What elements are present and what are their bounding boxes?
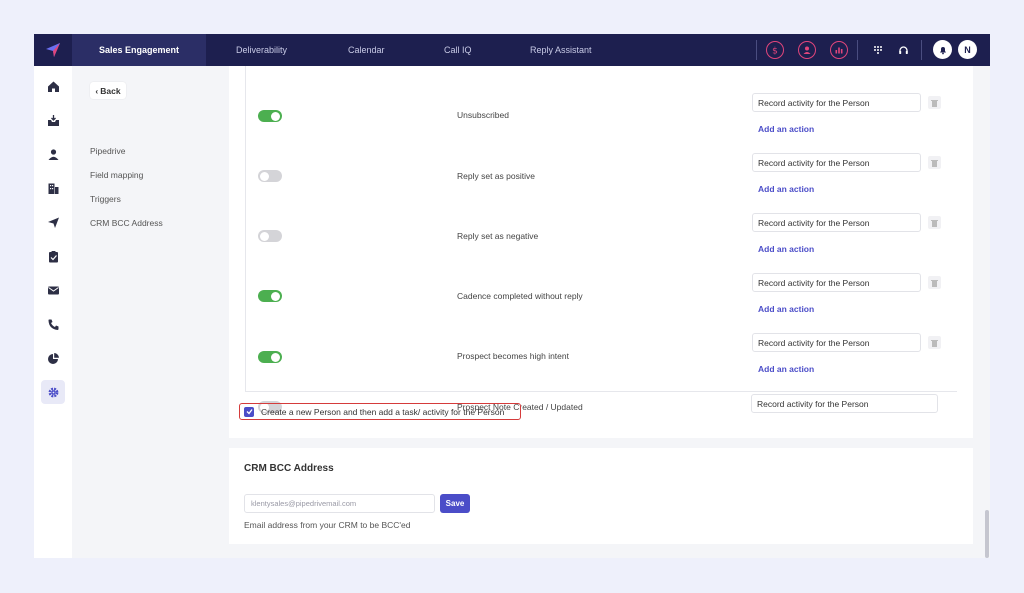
settings-subnav: ‹ Back Pipedrive Field mapping Triggers … [72,66,229,558]
accounts-icon[interactable] [41,176,65,200]
trigger-toggle-unsubscribed[interactable] [258,110,282,122]
save-button[interactable]: Save [440,494,470,513]
create-person-label: Create a new Person and then add a task/… [261,406,505,417]
nav-tab-sales-engagement[interactable]: Sales Engagement [72,34,206,66]
inbox-icon[interactable] [41,108,65,132]
nav-divider [857,40,858,60]
add-action-link[interactable]: Add an action [758,304,814,314]
trash-icon[interactable] [928,336,941,349]
nav-divider [756,40,757,60]
settings-gear-icon[interactable] [41,380,65,404]
trigger-action-select[interactable]: Record activity for the Person [752,153,921,172]
triggers-card: Unsubscribed Record activity for the Per… [229,66,973,438]
bcc-help-text: Email address from your CRM to be BCC'ed [244,520,411,530]
subnav-item-field-mapping[interactable]: Field mapping [90,170,143,180]
trigger-label: Prospect becomes high intent [457,351,569,361]
trigger-label: Unsubscribed [457,110,509,120]
dollar-icon[interactable]: $ [766,41,784,59]
triggers-list: Unsubscribed Record activity for the Per… [245,66,957,413]
add-action-link[interactable]: Add an action [758,364,814,374]
user-circle-icon[interactable] [798,41,816,59]
nav-divider [921,40,922,60]
logo-icon[interactable] [34,34,72,66]
nav-tab-call-iq[interactable]: Call IQ [444,34,472,66]
trigger-label: Reply set as negative [457,231,539,241]
phone-icon[interactable] [41,312,65,336]
svg-text:$: $ [772,47,778,56]
chevron-left-icon: ‹ [95,85,99,96]
add-action-link[interactable]: Add an action [758,244,814,254]
analytics-pie-icon[interactable] [41,346,65,370]
trigger-action-select[interactable]: Record activity for the Person [752,213,921,232]
scrollbar-thumb[interactable] [985,510,989,558]
contacts-icon[interactable] [41,142,65,166]
back-button[interactable]: ‹ Back [90,82,126,99]
crm-bcc-title: CRM BCC Address [244,463,334,474]
add-action-link[interactable]: Add an action [758,184,814,194]
subnav-item-pipedrive[interactable]: Pipedrive [90,146,125,156]
crm-bcc-card: CRM BCC Address klentysales@pipedrivemai… [229,448,973,544]
top-nav: Sales Engagement Deliverability Calendar… [34,34,990,66]
trigger-toggle-reply-negative[interactable] [258,230,282,242]
trigger-label: Reply set as positive [457,171,535,181]
icon-sidebar [34,66,72,558]
tasks-clipboard-icon[interactable] [41,244,65,268]
headset-icon[interactable] [894,41,912,59]
trash-icon[interactable] [928,156,941,169]
trigger-action-select[interactable]: Record activity for the Person [751,394,938,413]
create-person-option[interactable]: Create a new Person and then add a task/… [239,403,521,420]
nav-tab-deliverability[interactable]: Deliverability [236,34,287,66]
toggle-knob [271,111,280,121]
trigger-toggle-reply-positive[interactable] [258,170,282,182]
toggle-knob [260,231,269,241]
toggle-knob [271,291,280,301]
nav-tab-reply-assistant[interactable]: Reply Assistant [530,34,592,66]
trash-icon[interactable] [928,216,941,229]
app-window: Sales Engagement Deliverability Calendar… [34,34,990,558]
home-icon[interactable] [41,74,65,98]
create-person-checkbox[interactable] [244,406,254,417]
trigger-label: Cadence completed without reply [457,291,583,301]
subnav-item-crm-bcc-address[interactable]: CRM BCC Address [90,218,163,228]
bcc-email-input[interactable]: klentysales@pipedrivemail.com [244,494,435,513]
back-button-label: Back [100,85,121,96]
trash-icon[interactable] [928,276,941,289]
subnav-item-triggers[interactable]: Triggers [90,194,121,204]
trash-icon[interactable] [928,96,941,109]
dialpad-icon[interactable] [869,41,887,59]
user-avatar[interactable]: N [958,40,977,59]
trigger-action-select[interactable]: Record activity for the Person [752,333,921,352]
mail-icon[interactable] [41,278,65,302]
trigger-action-select[interactable]: Record activity for the Person [752,273,921,292]
toggle-knob [260,171,269,181]
toggle-knob [271,352,280,362]
send-icon[interactable] [41,210,65,234]
nav-tab-calendar[interactable]: Calendar [348,34,385,66]
trigger-toggle-cadence-completed[interactable] [258,290,282,302]
notifications-bell-icon[interactable] [933,40,952,59]
trigger-toggle-high-intent[interactable] [258,351,282,363]
reports-icon[interactable] [830,41,848,59]
add-action-link[interactable]: Add an action [758,124,814,134]
trigger-action-select[interactable]: Record activity for the Person [752,93,921,112]
